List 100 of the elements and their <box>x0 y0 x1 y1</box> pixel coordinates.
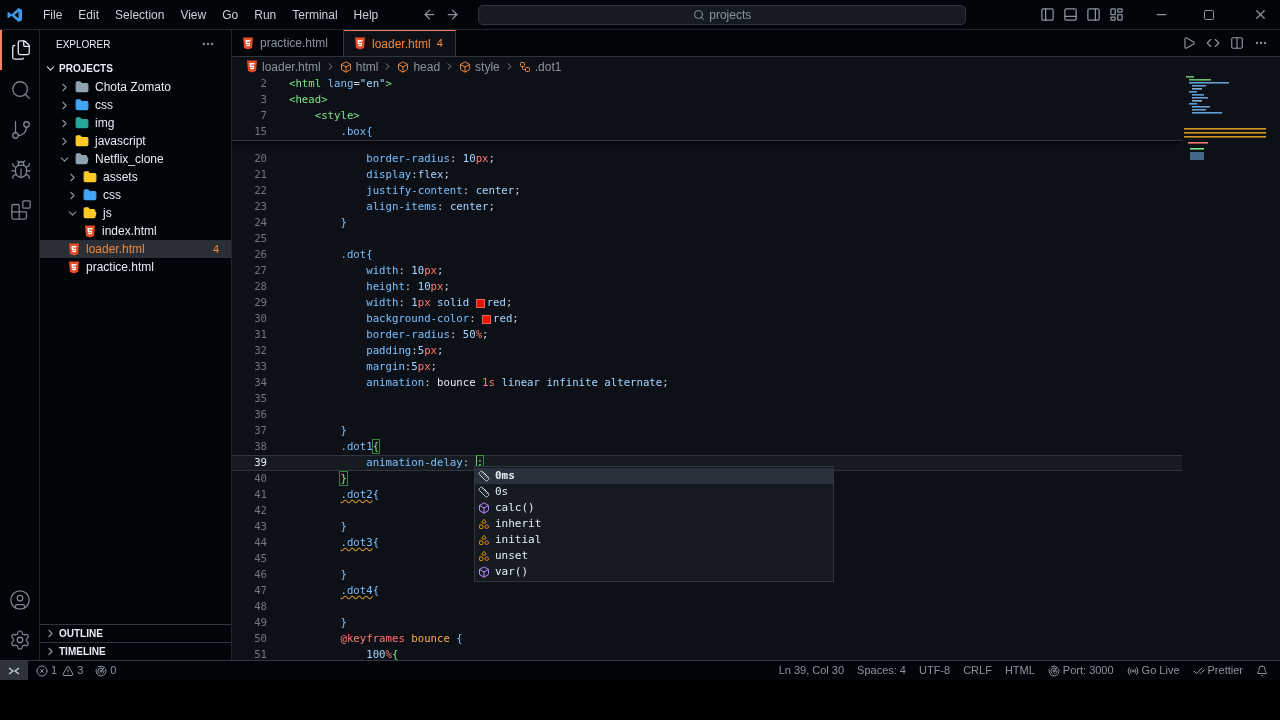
account-icon[interactable] <box>8 589 31 611</box>
command-center[interactable]: projects <box>478 4 967 25</box>
line-number: 38 <box>253 439 267 455</box>
explorer-entry[interactable]: index.html <box>40 222 231 240</box>
split-editor-icon[interactable] <box>1230 36 1244 50</box>
line-number: 32 <box>253 343 267 359</box>
menu-item[interactable]: View <box>172 5 215 24</box>
explorer-entry[interactable]: css <box>40 186 231 204</box>
breadcrumb-item[interactable]: loader.html <box>262 57 321 76</box>
broadcast-icon <box>1126 664 1139 677</box>
code-text: <html lang="en"> <box>289 76 392 92</box>
suggestion-item[interactable]: var() <box>475 564 833 580</box>
toggle-panel-icon[interactable] <box>1063 7 1078 22</box>
item-label: Chota Zomato <box>95 79 172 96</box>
line-number: 44 <box>253 535 267 551</box>
line-number: 3 <box>259 92 267 108</box>
code-text: .dot4{ <box>339 583 380 599</box>
sidebar-title: EXPLORER <box>56 37 111 52</box>
menu-item[interactable]: Edit <box>70 5 108 24</box>
ports-button[interactable]: 0 <box>95 662 117 679</box>
explorer-entry[interactable]: js <box>40 204 231 222</box>
color-swatch[interactable] <box>482 314 492 324</box>
code-text: .dot1{ <box>339 439 380 455</box>
extensions-icon[interactable] <box>9 199 32 221</box>
code-text: height: 10px; <box>365 279 450 295</box>
suggestion-item[interactable]: 0s <box>475 484 833 500</box>
forward-arrow-icon[interactable] <box>445 7 461 22</box>
cube-icon <box>397 60 410 73</box>
status-item[interactable]: HTML <box>1004 662 1035 679</box>
line-number: 43 <box>253 519 267 535</box>
item-label: Netflix_clone <box>95 151 164 168</box>
explorer-entry[interactable]: assets <box>40 168 231 186</box>
suggestion-item[interactable]: unset <box>475 548 833 564</box>
line-number: 33 <box>253 359 267 375</box>
explorer-entry[interactable]: Chota Zomato <box>40 78 231 96</box>
code-text: display:flex; <box>365 167 450 183</box>
code-text: width: 1px solid <box>365 295 471 311</box>
status-item[interactable]: Ln 39, Col 30 <box>778 662 845 679</box>
status-item[interactable]: UTF-8 <box>919 662 951 679</box>
explorer-entry[interactable]: practice.html <box>40 258 231 276</box>
tab-label: practice.html <box>260 35 329 52</box>
line-number: 20 <box>253 151 267 167</box>
maximize-icon[interactable] <box>1203 8 1215 21</box>
app-logo-icon <box>7 6 23 23</box>
remote-button[interactable] <box>0 661 28 680</box>
breadcrumb-item[interactable]: style <box>475 57 500 76</box>
line-number: 2 <box>259 76 267 92</box>
problems-button[interactable]: 1 3 <box>36 662 84 679</box>
explorer-entry[interactable]: css <box>40 96 231 114</box>
bug-icon[interactable] <box>9 159 32 181</box>
play-icon[interactable] <box>1182 36 1196 50</box>
breadcrumb-item[interactable]: .dot1 <box>534 57 562 76</box>
suggestion-item[interactable]: 0ms <box>475 468 833 484</box>
menu-item[interactable]: File <box>35 5 71 24</box>
status-item[interactable]: Spaces: 4 <box>857 662 906 679</box>
search-icon[interactable] <box>9 79 32 101</box>
status-item[interactable]: Go Live <box>1126 662 1180 679</box>
suggestion-item[interactable]: initial <box>475 532 833 548</box>
suggestion-item[interactable]: inherit <box>475 516 833 532</box>
bell-icon[interactable] <box>1256 664 1268 677</box>
status-item[interactable]: CRLF <box>963 662 992 679</box>
code-text: } <box>339 519 347 535</box>
layout-icon[interactable] <box>1109 7 1124 22</box>
code-text: red; <box>486 295 513 311</box>
item-label: assets <box>103 169 138 186</box>
menu-item[interactable]: Terminal <box>284 5 346 24</box>
editor-tab[interactable]: loader.html 4 <box>344 30 456 56</box>
item-label: practice.html <box>86 259 155 276</box>
menu-item[interactable]: Run <box>246 5 285 24</box>
preview-icon[interactable] <box>1206 36 1220 50</box>
explorer-entry[interactable]: javascript <box>40 132 231 150</box>
explorer-entry[interactable]: loader.html 4 <box>40 240 231 258</box>
close-icon[interactable] <box>1253 7 1268 22</box>
panel-header[interactable]: OUTLINE <box>40 624 231 642</box>
line-number: 50 <box>253 631 267 647</box>
html-file-icon <box>354 37 366 50</box>
back-arrow-icon[interactable] <box>422 7 438 22</box>
branch-icon[interactable] <box>9 119 32 141</box>
menu-item[interactable]: Help <box>345 5 387 24</box>
breadcrumb-item[interactable]: html <box>355 57 379 76</box>
code-text: 100%{ <box>365 647 399 660</box>
line-number: 24 <box>253 215 267 231</box>
menu-item[interactable]: Selection <box>107 5 173 24</box>
tab-label: loader.html <box>372 35 431 53</box>
menu-item[interactable]: Go <box>214 5 247 24</box>
explorer-entry[interactable]: img <box>40 114 231 132</box>
line-number: 41 <box>253 487 267 503</box>
breadcrumb-item[interactable]: head <box>413 57 441 76</box>
section-header[interactable]: PROJECTS <box>40 58 231 78</box>
panel-title: TIMELINE <box>59 645 106 659</box>
settings-icon[interactable] <box>8 629 31 651</box>
color-swatch[interactable] <box>475 298 485 308</box>
cube-icon <box>339 60 352 73</box>
status-item[interactable]: Prettier <box>1192 662 1243 679</box>
explorer-entry[interactable]: Netflix_clone <box>40 150 231 168</box>
files-icon[interactable] <box>9 39 32 61</box>
toggle-secondary-sidebar-icon[interactable] <box>1086 7 1101 22</box>
status-item[interactable]: Port: 3000 <box>1047 662 1114 679</box>
toggle-sidebar-icon[interactable] <box>1040 7 1055 22</box>
suggestion-item[interactable]: calc() <box>475 500 833 516</box>
